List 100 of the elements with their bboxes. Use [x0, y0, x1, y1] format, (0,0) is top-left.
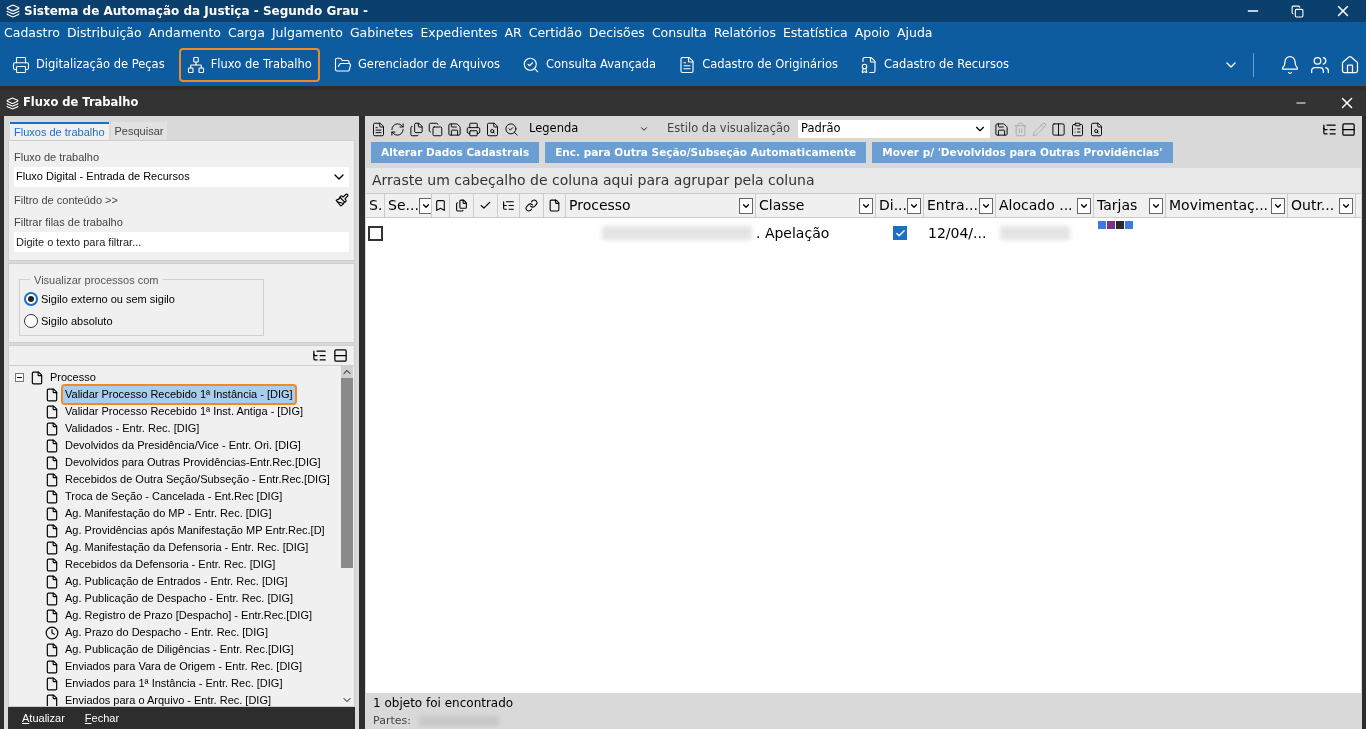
tree-item[interactable]: Ag. Manifestação do MP - Entr. Rec. [DIG] [63, 505, 274, 522]
restore-icon[interactable] [1291, 4, 1304, 18]
workflow-dropdown[interactable]: Fluxo Digital - Entrada de Recursos [14, 166, 349, 187]
column-filter-icon[interactable] [1271, 197, 1285, 214]
column-filter-icon[interactable] [1077, 197, 1091, 214]
menu-item[interactable]: Decisões [585, 23, 648, 43]
column-filter-icon[interactable] [1339, 197, 1353, 214]
tree-item[interactable]: Troca de Seção - Cancelada - Ent.Rec [DIG] [63, 488, 285, 505]
tree-item[interactable]: Devolvidos da Presidência/Vice - Entr. Ori. [DIG] [63, 437, 303, 454]
toolbar-button[interactable]: Gerenciador de Arquivos [325, 48, 509, 82]
column-header[interactable]: Tarjas [1094, 194, 1166, 217]
tree-item[interactable]: Recebidos da Defensoria - Entr. Rec. [DIG] [63, 556, 278, 573]
toolbar-icon[interactable] [504, 121, 519, 137]
toolbar-icon[interactable] [1089, 121, 1105, 137]
menu-item[interactable]: Andamento [145, 23, 224, 43]
toolbar-icon[interactable] [447, 121, 462, 137]
toolbar-icon[interactable] [1051, 121, 1067, 137]
column-header[interactable]: Alocado ... [996, 194, 1094, 217]
menu-item[interactable]: Apoio [851, 23, 893, 43]
view-style-dropdown[interactable]: Padrão [798, 120, 991, 138]
tree-toggle-icon[interactable] [15, 373, 24, 382]
column-header[interactable]: Di... [876, 194, 924, 217]
tree-icon[interactable] [1322, 121, 1337, 137]
row-checkbox[interactable] [368, 225, 383, 241]
radio-button[interactable] [24, 314, 38, 328]
tab[interactable]: Fluxos de trabalho [10, 122, 109, 140]
tree-item[interactable]: Enviados para o Arquivo - Entr. Rec. [DIG] [63, 692, 274, 706]
column-icon[interactable] [525, 199, 538, 212]
column-header[interactable]: Se... [385, 194, 432, 217]
tree-item[interactable]: Devolvidos para Outras Providências-Entr.Rec.[DIG] [63, 454, 323, 471]
toolbar-icon[interactable] [371, 121, 386, 137]
column-filter-icon[interactable] [418, 197, 431, 214]
column-header[interactable]: S. [366, 194, 385, 217]
column-icon[interactable] [502, 199, 515, 212]
toolbar-icon[interactable] [409, 121, 424, 137]
brush-icon[interactable] [335, 192, 349, 207]
toolbar-button[interactable]: Digitalização de Peças [4, 48, 173, 82]
tab[interactable]: Pesquisar [110, 122, 168, 140]
content-filter-link[interactable]: Filtro de conteúdo >> [14, 191, 118, 208]
collapse-icon[interactable] [333, 348, 348, 363]
tree-item[interactable]: Ag. Publicação de Entrados - Entr. Rec. [DIG] [63, 573, 290, 590]
tree-item[interactable]: Ag. Prazo do Despacho - Entr. Rec. [DIG] [63, 624, 270, 641]
column-filter-icon[interactable] [979, 197, 993, 214]
column-icon[interactable] [455, 199, 468, 212]
toolbar-button[interactable]: Cadastro de Recursos [852, 48, 1018, 82]
column-header[interactable]: Classe [756, 194, 876, 217]
column-header[interactable]: Outr... [1288, 194, 1356, 217]
tree-icon[interactable] [312, 348, 327, 363]
toolbar-icon[interactable] [428, 121, 443, 137]
tree-item[interactable]: Ag. Publicação de Diligências - Entr. Rec.[DIG] [63, 641, 296, 658]
users-icon[interactable] [1310, 55, 1330, 75]
tree-item[interactable]: Recebidos de Outra Seção/Subseção - Entr.Rec.[DIG] [63, 471, 332, 488]
column-icon[interactable] [548, 199, 561, 212]
column-filter-icon[interactable] [907, 197, 922, 214]
scroll-up-icon[interactable] [341, 366, 353, 378]
toolbar-button[interactable]: Fluxo de Trabalho [178, 48, 320, 82]
menu-item[interactable]: Estatística [779, 23, 851, 43]
tree-item[interactable]: Validar Processo Recebido 1ª Inst. Antiga - [DIG] [63, 403, 306, 420]
tree-item[interactable]: Enviados para 1ª Instância - Entr. Rec. [DIG] [63, 675, 285, 692]
menu-item[interactable]: Distribuição [63, 23, 145, 43]
radio-button[interactable] [24, 292, 38, 306]
tree-item[interactable]: Ag. Registro de Prazo [Despacho] - Entr.Rec.[DIG] [63, 607, 314, 624]
column-header[interactable]: Processo [566, 194, 756, 217]
menu-item[interactable]: Carga [224, 23, 268, 43]
menu-item[interactable]: Expedientes [417, 23, 501, 43]
tree-item[interactable]: Ag. Manifestação da Defensoria - Entr. Rec. [DIG] [63, 539, 311, 556]
tree-item[interactable]: Validados - Entr. Rec. [DIG] [63, 420, 202, 437]
notification-icon[interactable] [1280, 55, 1300, 75]
menu-item[interactable]: AR [501, 23, 525, 43]
menu-item[interactable]: Certidão [525, 23, 585, 43]
queue-filter-field[interactable]: Digite o texto para filtrar... [14, 231, 349, 252]
collapse-icon[interactable] [1341, 121, 1356, 137]
tree-item[interactable]: Enviados para Vara de Origem - Entr. Rec. [DIG] [63, 658, 304, 675]
column-filter-icon[interactable] [1149, 197, 1163, 214]
home-icon[interactable] [1340, 55, 1360, 75]
tree-item[interactable]: Validar Processo Recebido 1ª Instância - [DIG] [63, 386, 295, 403]
menu-item[interactable]: Julgamento [268, 23, 346, 43]
tree-item[interactable]: Ag. Publicação de Despacho - Entr. Rec. [DIG] [63, 590, 296, 607]
toolbar-icon[interactable] [1070, 121, 1086, 137]
column-filter-icon[interactable] [859, 197, 873, 214]
menu-item[interactable]: Relatórios [710, 23, 779, 43]
tree-item[interactable]: Ag. Providências após Manifestação MP Entr.Rec.[D] [63, 522, 327, 539]
toolbar-icon[interactable] [994, 121, 1010, 137]
menu-item[interactable]: Ajuda [894, 23, 936, 43]
menu-item[interactable]: Cadastro [1, 23, 63, 43]
column-icon[interactable] [479, 199, 492, 212]
toolbar-icon[interactable] [390, 121, 405, 137]
column-header[interactable]: Entra... [924, 194, 996, 217]
column-icon[interactable] [434, 199, 447, 212]
footer-button[interactable]: Atualizar [22, 709, 65, 727]
row-checkbox[interactable] [893, 226, 907, 240]
toolbar-button[interactable]: Consulta Avançada [514, 48, 665, 82]
toolbar-button[interactable]: Cadastro de Originários [670, 48, 847, 82]
toolbar-icon[interactable] [466, 121, 481, 137]
column-filter-icon[interactable] [739, 197, 753, 214]
menu-item[interactable]: Consulta [648, 23, 710, 43]
legend-dropdown[interactable]: Legenda [529, 120, 649, 138]
menu-item[interactable]: Gabinetes [346, 23, 417, 43]
toolbar-icon[interactable] [485, 121, 500, 137]
footer-button[interactable]: Fechar [84, 709, 120, 727]
